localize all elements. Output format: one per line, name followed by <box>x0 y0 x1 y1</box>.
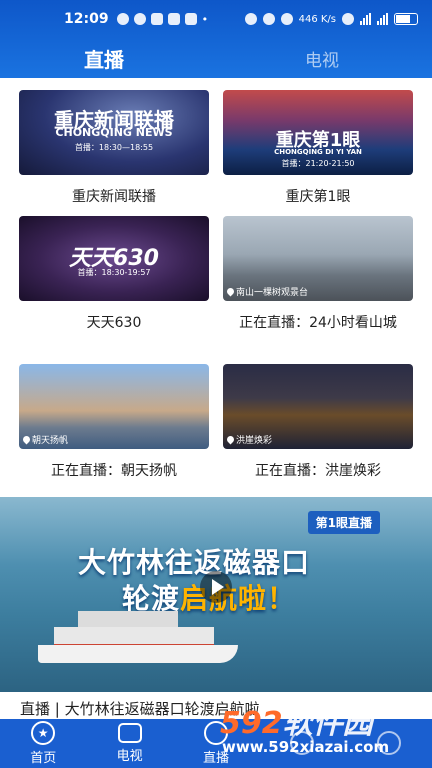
channel-schedule: 首播：18:30-19:57 <box>77 268 151 277</box>
channel-caption: 重庆第1眼 <box>285 189 351 205</box>
news-icon <box>184 13 197 25</box>
channel-caption: 天天630 <box>86 315 142 331</box>
star-icon: ★ <box>31 721 56 745</box>
channel-thumbnail[interactable]: 南山一棵树观景台 <box>223 216 413 301</box>
location-pin-icon <box>225 434 236 445</box>
channel-thumbnail[interactable]: 重庆新闻联播 CHONGQING NEWS 首播：18:30—18:55 <box>19 90 209 175</box>
channel-card-cq-first-eye[interactable]: 重庆第1眼 CHONGQING DI YI YAN 首播：21:20-21:50… <box>223 90 413 209</box>
channel-card-tiantian630[interactable]: 天天630 首播：18:30-19:57 天天630 <box>19 216 209 335</box>
channel-logo-sub: CHONGQING NEWS <box>55 126 173 139</box>
tab-tv-bottom[interactable]: 电视 <box>86 719 172 768</box>
nfc-icon <box>244 13 257 25</box>
channel-thumbnail[interactable]: 重庆第1眼 CHONGQING DI YI YAN 首播：21:20-21:50 <box>223 90 413 175</box>
wifi-icon <box>342 13 354 25</box>
more-dots-icon: • <box>201 12 209 26</box>
mail-icon <box>150 13 163 25</box>
channel-caption: 正在直播：洪崖焕彩 <box>255 463 381 479</box>
status-right: 446 K/s <box>244 13 418 25</box>
location-label: 洪崖焕彩 <box>236 436 273 446</box>
channel-caption: 重庆新闻联播 <box>72 189 156 205</box>
status-time: 12:09 <box>64 11 109 27</box>
channel-card-mountain-city[interactable]: 南山一棵树观景台 正在直播：24小时看山城 <box>223 216 413 335</box>
channel-thumbnail[interactable]: 天天630 首播：18:30-19:57 <box>19 216 209 301</box>
top-tabs: 直播 电视 <box>0 38 432 78</box>
channel-card-chaotian[interactable]: 朝天扬帆 正在直播：朝天扬帆 <box>19 364 209 483</box>
alarm-icon <box>280 13 293 25</box>
tab-tv-label: 电视 <box>116 749 143 764</box>
network-speed: 446 K/s <box>298 13 336 25</box>
watermark: 592软件园 www.592xiazai.com <box>212 692 432 768</box>
vibrate-icon <box>262 13 275 25</box>
channel-card-cq-news[interactable]: 重庆新闻联播 CHONGQING NEWS 首播：18:30—18:55 重庆新… <box>19 90 209 209</box>
status-bar: 12:09 • 446 K/s <box>0 0 432 38</box>
location-label: 南山一棵树观景台 <box>236 288 309 298</box>
tab-home-label: 首页 <box>30 751 57 766</box>
play-icon[interactable] <box>200 571 232 603</box>
channel-caption: 正在直播：朝天扬帆 <box>51 463 177 479</box>
live-badge: 第1眼直播 <box>307 511 380 534</box>
channel-schedule: 首播：21:20-21:50 <box>281 159 355 168</box>
watermark-url: www.592xiazai.com <box>222 738 390 756</box>
tv-icon <box>117 723 142 743</box>
tab-tv[interactable]: 电视 <box>305 46 339 71</box>
location-tag: 洪崖焕彩 <box>225 433 273 446</box>
tab-home[interactable]: ★ 首页 <box>0 719 86 768</box>
location-pin-icon <box>21 434 32 445</box>
channel-logo-sub: CHONGQING DI YI YAN <box>274 148 362 156</box>
tab-live[interactable]: 直播 <box>84 44 124 73</box>
signal-icon <box>360 13 371 25</box>
ferry-illustration <box>38 603 238 663</box>
banner-headline-1: 大竹林往返磁器口 <box>78 546 311 579</box>
channel-card-hongya[interactable]: 洪崖焕彩 正在直播：洪崖焕彩 <box>223 364 413 483</box>
notification-icons: • <box>116 12 209 26</box>
message-icon <box>133 13 146 25</box>
location-tag: 南山一棵树观景台 <box>225 285 309 298</box>
app-header: 12:09 • 446 K/s 直播 电视 <box>0 0 432 78</box>
location-pin-icon <box>225 286 236 297</box>
battery-icon <box>394 13 418 25</box>
featured-live-banner[interactable]: 第1眼直播 大竹林往返磁器口 轮渡启航啦！ <box>0 497 432 692</box>
location-label: 朝天扬帆 <box>32 436 69 446</box>
chat-icon <box>116 13 129 25</box>
signal-icon-2 <box>377 13 388 25</box>
app-icon <box>167 13 180 25</box>
channel-thumbnail[interactable]: 洪崖焕彩 <box>223 364 413 449</box>
watermark-brand: 592软件园 <box>220 706 373 741</box>
location-tag: 朝天扬帆 <box>21 433 69 446</box>
channel-caption: 正在直播：24小时看山城 <box>239 315 397 331</box>
channel-thumbnail[interactable]: 朝天扬帆 <box>19 364 209 449</box>
channel-schedule: 首播：18:30—18:55 <box>74 143 154 152</box>
